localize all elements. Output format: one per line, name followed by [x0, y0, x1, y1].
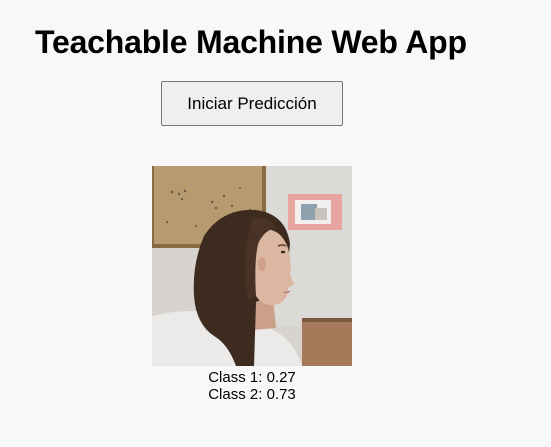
webcam-canvas	[152, 166, 352, 366]
shelf	[302, 318, 352, 366]
prediction-list: Class 1: 0.27 Class 2: 0.73	[152, 369, 352, 403]
prediction-class-2: Class 2: 0.73	[208, 386, 296, 403]
eye	[280, 250, 286, 254]
shelf-edge	[302, 318, 352, 322]
prediction-class-1: Class 1: 0.27	[208, 369, 296, 386]
ear	[258, 257, 266, 271]
start-prediction-button[interactable]: Iniciar Predicción	[161, 81, 343, 126]
app-page: Teachable Machine Web App Iniciar Predic…	[0, 0, 551, 447]
page-title: Teachable Machine Web App	[35, 24, 467, 60]
wall-picture	[288, 194, 342, 230]
